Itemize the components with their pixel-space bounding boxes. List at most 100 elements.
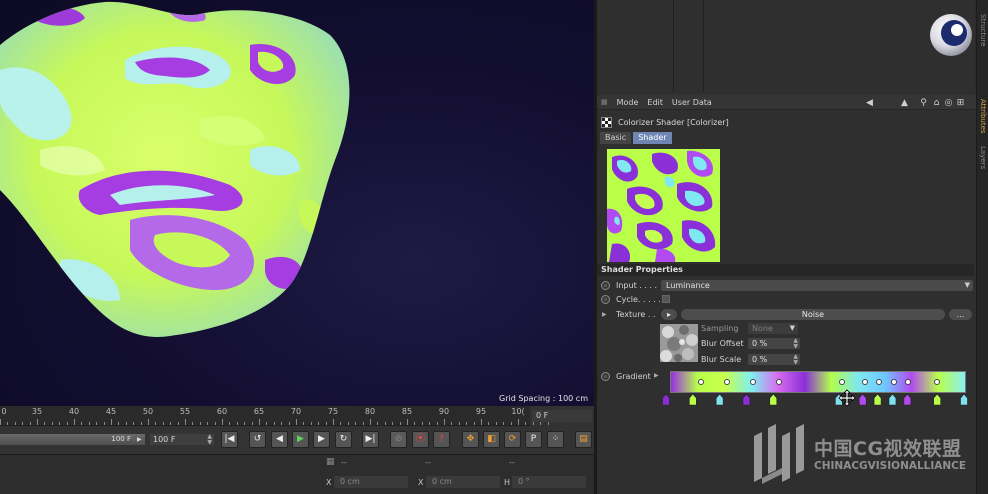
gradient-bar[interactable]: [670, 371, 966, 393]
tick-mark: [392, 422, 394, 425]
go-to-end-button[interactable]: ▶|: [362, 431, 379, 448]
film-strip-icon[interactable]: ▤: [575, 431, 592, 448]
record-keys-icon[interactable]: ⦿: [412, 431, 429, 448]
back-arrow-icon[interactable]: ◀: [863, 95, 876, 110]
gradient-marker[interactable]: [876, 379, 883, 385]
tick-mark: [59, 422, 61, 425]
blob-object[interactable]: [0, 0, 594, 406]
tick-mark: [503, 422, 505, 425]
grip-icon: ▦: [326, 457, 335, 467]
rotation-h-field[interactable]: 0 °: [512, 476, 586, 488]
3d-viewport[interactable]: Grid Spacing : 100 cm: [0, 0, 594, 406]
gradient-marker[interactable]: [839, 379, 846, 385]
gradient-marker[interactable]: [890, 379, 897, 385]
texture-noise-button[interactable]: Noise: [681, 309, 945, 320]
tick-mark: [281, 422, 283, 425]
gradient-marker[interactable]: [905, 379, 912, 385]
tab-layers[interactable]: Layers: [977, 140, 988, 176]
blur-scale-label: Blur Scale: [701, 355, 742, 364]
spinner-icon[interactable]: ▲ ▼: [793, 354, 798, 366]
tick-mark: [177, 422, 179, 425]
texture-menu-button[interactable]: ▸: [661, 309, 677, 320]
prev-key-button[interactable]: ↺: [249, 431, 266, 448]
texture-more-button[interactable]: ...: [949, 309, 972, 320]
coord-axis-label: H: [504, 478, 511, 487]
gradient-marker[interactable]: [934, 379, 941, 385]
cycle-row: Cycle. . . . .: [597, 293, 976, 306]
gradient-marker[interactable]: [723, 379, 730, 385]
tab-attributes[interactable]: Attributes: [977, 94, 988, 138]
spinner-icon[interactable]: ▲ ▼: [793, 338, 798, 350]
move-key-icon[interactable]: ✥: [462, 431, 479, 448]
tick-mark: [547, 422, 549, 425]
tick-mark: [355, 422, 357, 425]
tick-mark: [303, 422, 305, 425]
tick-mark: [495, 422, 497, 425]
shader-properties-heading: Shader Properties: [597, 264, 974, 276]
blur-scale-field[interactable]: 0 % ▲ ▼: [748, 354, 800, 365]
rotate-key-icon[interactable]: ⟳: [504, 431, 521, 448]
checker-shader-icon: [601, 116, 612, 128]
frame-range-slider[interactable]: 100 F: [0, 434, 145, 445]
gradient-knot[interactable]: [663, 393, 670, 406]
search-icon[interactable]: ⚲: [917, 95, 930, 110]
tick-mark: [111, 419, 112, 425]
spinner-icon[interactable]: ▲ ▼: [207, 434, 212, 446]
param-key-icon[interactable]: P: [525, 431, 542, 448]
point-level-icon[interactable]: ⁘: [547, 431, 564, 448]
gradient-marker[interactable]: [697, 379, 704, 385]
up-arrow-icon[interactable]: ▲: [898, 95, 911, 110]
cycle-checkbox[interactable]: [662, 295, 670, 303]
frame-ruler[interactable]: 0 35 40 45 50 55 60 65 70 75 80 85 90 95 10(: [0, 406, 549, 426]
go-to-start-button[interactable]: |◀: [221, 431, 238, 448]
gradient-knot[interactable]: [715, 393, 724, 406]
gradient-knot[interactable]: [873, 393, 882, 406]
next-key-button[interactable]: ↻: [335, 431, 352, 448]
gradient-knot[interactable]: [933, 393, 941, 406]
tab-shader[interactable]: Shader: [633, 132, 672, 144]
gradient-knot[interactable]: [689, 393, 697, 406]
gradient-knot[interactable]: [769, 393, 778, 406]
end-frame-field[interactable]: 100 F ▲ ▼: [150, 434, 214, 445]
scale-key-icon[interactable]: ◧: [483, 431, 500, 448]
tick-mark: [148, 419, 149, 425]
tick-mark: [155, 422, 157, 425]
next-frame-button[interactable]: ▶: [313, 431, 330, 448]
gradient-knot[interactable]: [858, 393, 867, 406]
tab-structure[interactable]: Structure: [977, 8, 988, 52]
autokey-icon[interactable]: ?: [433, 431, 450, 448]
gradient-knot[interactable]: [742, 393, 751, 406]
input-value: Luminance: [666, 281, 710, 290]
position-x-field[interactable]: 0 cm: [334, 476, 408, 488]
expand-triangle-icon[interactable]: ▶: [602, 311, 611, 318]
input-dropdown[interactable]: Luminance ▼: [661, 280, 973, 291]
new-panel-icon[interactable]: ⊞: [954, 95, 967, 110]
coord-header-rotation: --: [509, 458, 515, 467]
gradient-knot[interactable]: [903, 393, 912, 406]
gradient-marker[interactable]: [775, 379, 782, 385]
animate-radio[interactable]: [601, 281, 610, 290]
animate-radio[interactable]: [601, 295, 610, 304]
tick-mark: [429, 422, 431, 425]
gradient-marker[interactable]: [749, 379, 756, 385]
prev-frame-button[interactable]: ◀: [271, 431, 288, 448]
gradient-knots[interactable]: [663, 393, 973, 407]
menu-mode[interactable]: Mode: [617, 98, 639, 107]
tab-basic[interactable]: Basic: [600, 132, 632, 144]
blur-offset-field[interactable]: 0 % ▲ ▼: [748, 338, 800, 349]
play-button[interactable]: ▶: [292, 431, 309, 448]
object-manager-panel[interactable]: [597, 0, 975, 92]
expand-triangle-icon[interactable]: ▶: [654, 372, 659, 379]
menu-user-data[interactable]: User Data: [672, 98, 712, 107]
menu-edit[interactable]: Edit: [647, 98, 663, 107]
tick-mark: [421, 422, 423, 425]
record-disabled-icon[interactable]: ⊘: [390, 431, 407, 448]
animate-radio[interactable]: [601, 372, 610, 381]
sampling-dropdown[interactable]: None ▼: [748, 323, 798, 334]
gradient-knot[interactable]: [960, 393, 968, 406]
size-x-field[interactable]: 0 cm: [426, 476, 500, 488]
gradient-marker[interactable]: [862, 379, 869, 385]
current-frame-field[interactable]: 0 F: [532, 410, 592, 422]
gradient-knot[interactable]: [888, 393, 897, 406]
tick-mark: [414, 422, 416, 425]
